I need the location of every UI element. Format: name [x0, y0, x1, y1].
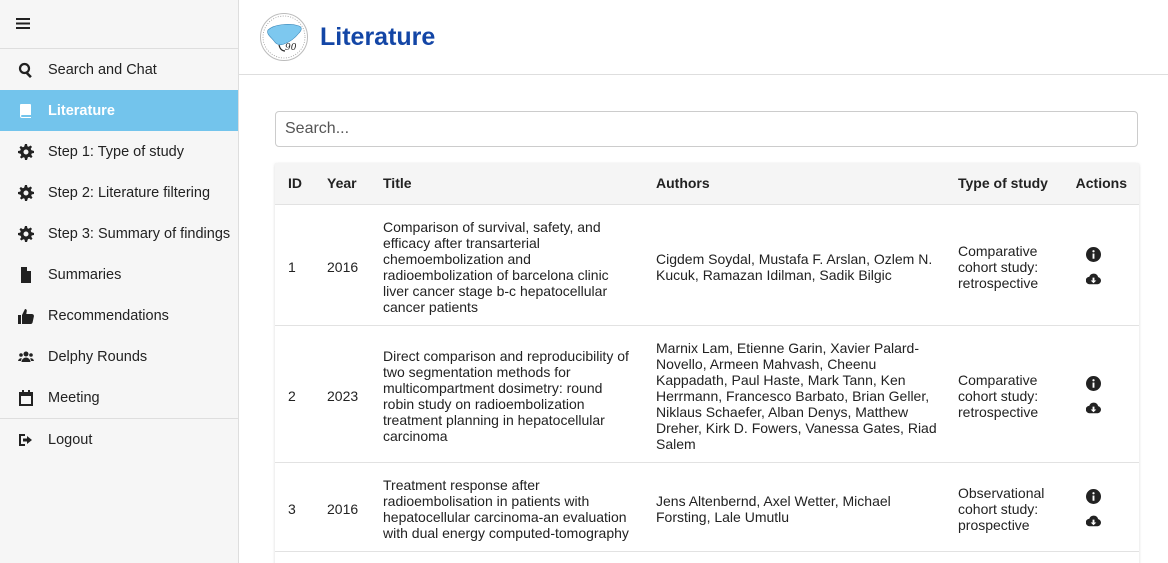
logout-label: Logout	[48, 431, 93, 448]
sidebar-item-label: Meeting	[48, 389, 100, 406]
column-header-authors[interactable]: Authors	[643, 163, 945, 204]
gear-icon	[18, 143, 34, 160]
info-icon[interactable]	[1085, 246, 1101, 262]
info-icon[interactable]	[1085, 488, 1101, 504]
sidebar-item-recommendations[interactable]: Recommendations	[0, 295, 238, 336]
table-row: 2 2023 Direct comparison and reproducibi…	[275, 324, 1139, 462]
sidebar-item-label: Step 2: Literature filtering	[48, 184, 211, 201]
cell-title: Direct comparison and reproducibility of…	[370, 324, 643, 462]
cloud-download-icon[interactable]	[1085, 514, 1101, 529]
cell-title: Treatment response after radioembolisati…	[370, 461, 643, 551]
search-icon	[18, 62, 34, 78]
cell-type: Observational cohort study: prospective	[945, 461, 1065, 551]
sidebar-item-meeting[interactable]: Meeting	[0, 377, 238, 418]
cell-year: 2016	[314, 461, 370, 551]
column-header-type[interactable]: Type of study	[945, 163, 1065, 204]
cell-year: 2023	[314, 324, 370, 462]
sidebar-item-label: Literature	[48, 102, 115, 119]
info-icon[interactable]	[1085, 375, 1101, 391]
sidebar-item-step-3[interactable]: Step 3: Summary of findings	[0, 213, 238, 254]
sidebar-item-label: Recommendations	[48, 307, 169, 324]
main-content: 90 Literature ID Year Title Authors Type…	[239, 0, 1168, 563]
literature-section: ID Year Title Authors Type of study Acti…	[239, 75, 1168, 563]
users-icon	[18, 349, 34, 365]
sidebar-item-literature[interactable]: Literature	[0, 90, 238, 131]
sidebar-item-logout[interactable]: Logout	[0, 419, 238, 460]
cell-actions	[1065, 461, 1139, 551]
gear-icon	[18, 184, 34, 201]
calendar-icon	[18, 389, 34, 406]
app-logo: 90	[260, 13, 308, 61]
cell-authors: Cigdem Soydal, Mustafa F. Arslan, Ozlem …	[643, 203, 945, 325]
cell-authors: Jens Altenbernd, Axel Wetter, Michael Fo…	[643, 461, 945, 551]
cell-type: Comparative cohort study: retrospective	[945, 324, 1065, 462]
search-input[interactable]	[275, 111, 1138, 147]
cell-actions	[1065, 203, 1139, 325]
menu-toggle[interactable]	[0, 0, 238, 49]
sidebar-item-label: Summaries	[48, 266, 122, 283]
sidebar-item-delphy-rounds[interactable]: Delphy Rounds	[0, 336, 238, 377]
literature-table: ID Year Title Authors Type of study Acti…	[275, 163, 1139, 563]
cloud-download-icon[interactable]	[1085, 272, 1101, 287]
cell-authors: Marnix Lam, Etienne Garin, Xavier Palard…	[643, 324, 945, 462]
book-icon	[18, 103, 34, 119]
table-row: 3 2016 Treatment response after radioemb…	[275, 461, 1139, 551]
svg-text:90: 90	[285, 43, 297, 53]
logout-icon	[18, 432, 34, 448]
gear-icon	[18, 225, 34, 242]
document-icon	[18, 266, 34, 283]
cell-id: 2	[275, 324, 314, 462]
sidebar-item-label: Step 1: Type of study	[48, 143, 184, 160]
sidebar-item-label: Search and Chat	[48, 61, 157, 78]
cell-actions	[1065, 324, 1139, 462]
table-header-row: ID Year Title Authors Type of study Acti…	[275, 163, 1139, 204]
table-row-partial	[275, 550, 1139, 563]
cell-id: 3	[275, 461, 314, 551]
thumbs-up-icon	[18, 308, 34, 324]
sidebar-item-label: Step 3: Summary of findings	[48, 225, 231, 242]
page-header: 90 Literature	[239, 0, 1168, 75]
cell-title: Comparison of survival, safety, and effi…	[370, 203, 643, 325]
sidebar-item-step-2[interactable]: Step 2: Literature filtering	[0, 172, 238, 213]
cell-id: 1	[275, 203, 314, 325]
page-title: Literature	[320, 22, 436, 51]
column-header-year[interactable]: Year	[314, 163, 370, 204]
column-header-id[interactable]: ID	[275, 163, 314, 204]
hamburger-icon[interactable]	[16, 17, 30, 30]
cloud-download-icon[interactable]	[1085, 401, 1101, 416]
table-row	[275, 550, 1139, 563]
cell-type: Comparative cohort study: retrospective	[945, 203, 1065, 325]
sidebar-item-search-and-chat[interactable]: Search and Chat	[0, 49, 238, 90]
column-header-title[interactable]: Title	[370, 163, 643, 204]
sidebar: Search and Chat Literature Step 1: Type …	[0, 0, 239, 563]
sidebar-item-label: Delphy Rounds	[48, 348, 148, 365]
table-row: 1 2016 Comparison of survival, safety, a…	[275, 203, 1139, 325]
sidebar-item-summaries[interactable]: Summaries	[0, 254, 238, 295]
cell-year: 2016	[314, 203, 370, 325]
sidebar-item-step-1[interactable]: Step 1: Type of study	[0, 131, 238, 172]
column-header-actions: Actions	[1075, 175, 1127, 192]
